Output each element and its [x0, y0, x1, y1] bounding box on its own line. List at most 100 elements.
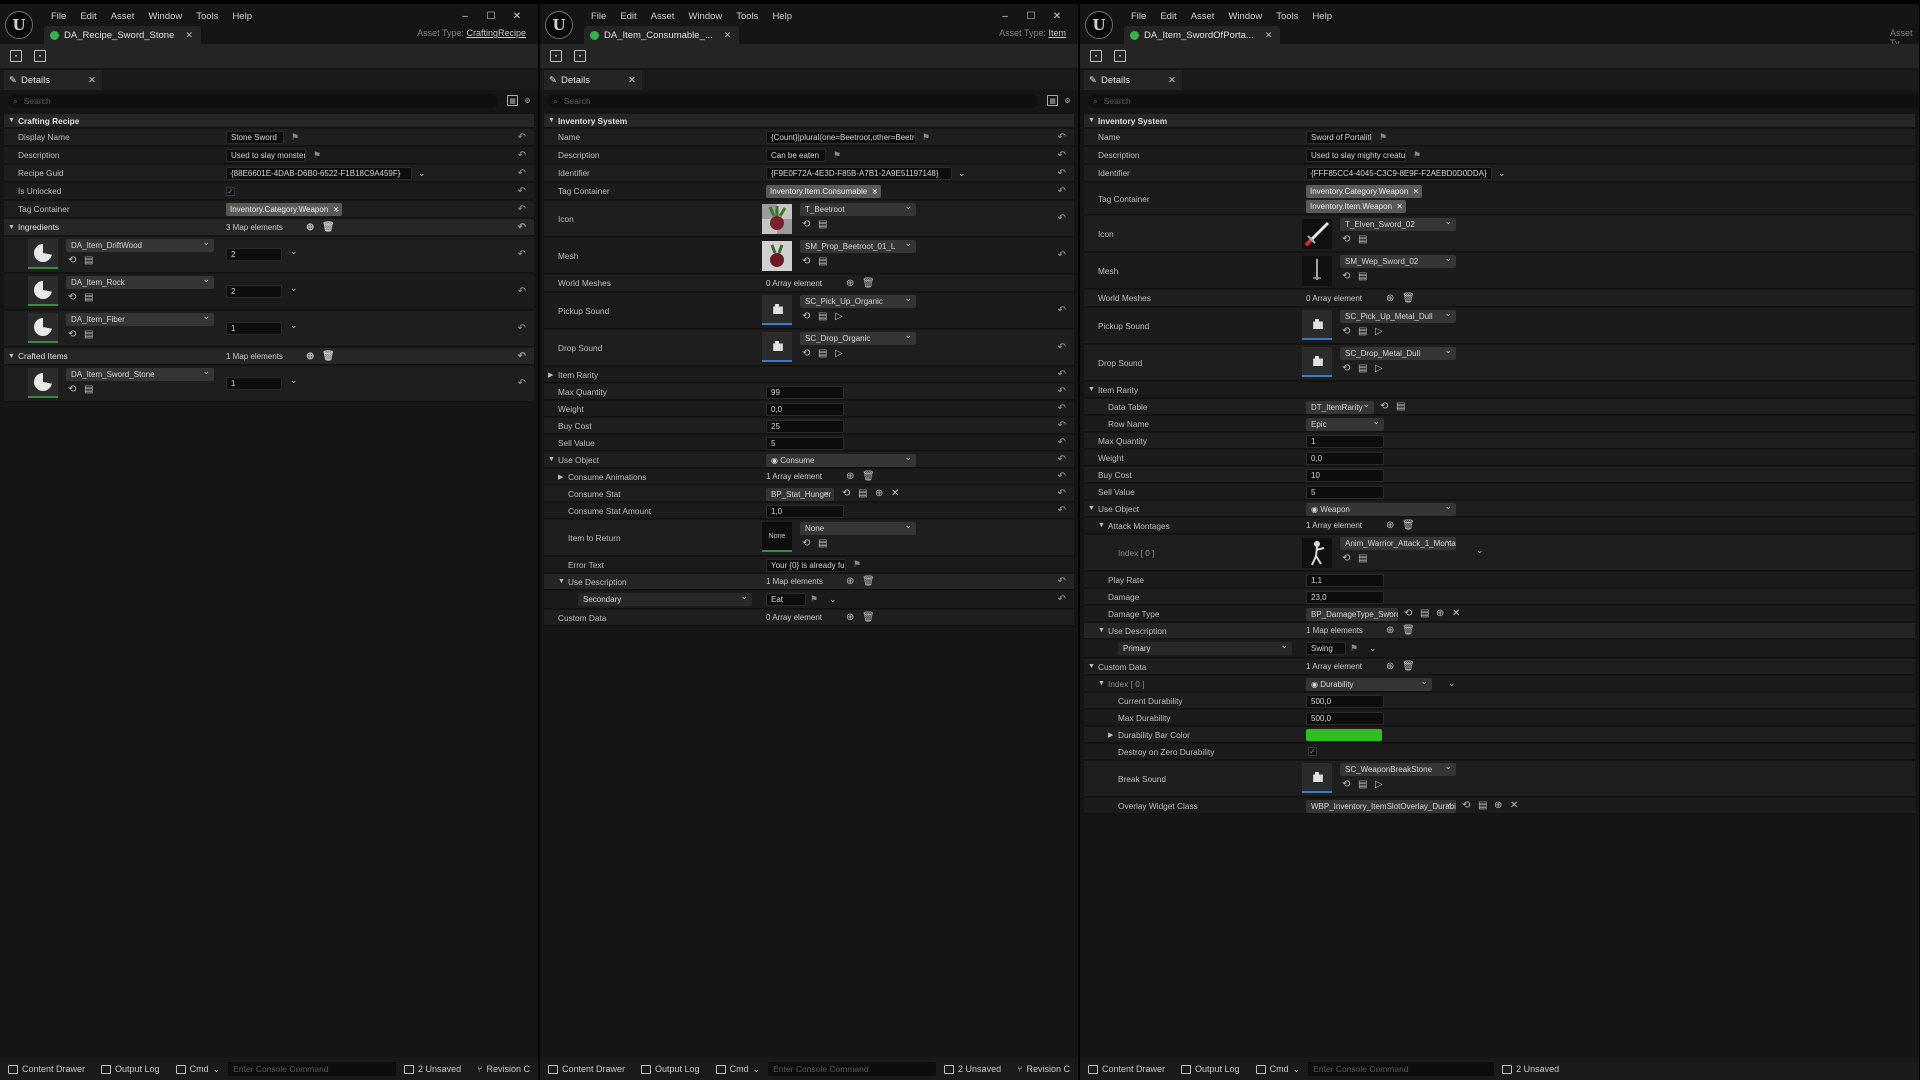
reset-icon[interactable]: ↶: [1058, 420, 1066, 431]
use-selected-icon[interactable]: ⟲: [1342, 363, 1350, 374]
unsaved-button[interactable]: 2 Unsaved: [936, 1064, 1009, 1074]
damage-type-picker[interactable]: BP_DamageType_Sword: [1306, 608, 1398, 621]
reset-icon[interactable]: ↶: [1058, 369, 1066, 380]
menu-file[interactable]: File: [44, 8, 73, 26]
localize-flag-icon[interactable]: ⚑: [291, 132, 299, 143]
expand-arrow-icon[interactable]: ▼: [1088, 117, 1095, 124]
delete-icon[interactable]: 🗑: [1402, 661, 1415, 672]
expand-arrow-icon[interactable]: ▼: [548, 456, 555, 463]
search-input[interactable]: ⌕ Search: [8, 94, 498, 108]
description-input[interactable]: Used to slay monsters: [226, 149, 306, 162]
use-selected-icon[interactable]: ⟲: [842, 488, 850, 499]
weight-input[interactable]: 0,0: [1306, 452, 1384, 465]
unsaved-button[interactable]: 2 Unsaved: [1494, 1064, 1567, 1074]
delete-icon[interactable]: 🗑: [862, 576, 875, 587]
browse-folder-icon[interactable]: ▤: [858, 488, 867, 499]
pickup-sound-picker[interactable]: SC_Pick_Up_Organic: [800, 295, 916, 308]
reset-icon[interactable]: ↶: [1058, 305, 1066, 316]
localize-flag-icon[interactable]: ⚑: [1379, 132, 1387, 143]
unreal-logo-icon[interactable]: U: [545, 11, 573, 39]
section-crafting-recipe[interactable]: ▼ Crafting Recipe: [4, 114, 534, 128]
reset-icon[interactable]: ↶: [1058, 488, 1066, 499]
reset-icon[interactable]: ↶: [518, 150, 526, 161]
chevron-down-icon[interactable]: ⌄: [290, 246, 298, 257]
play-icon[interactable]: ▷: [1375, 779, 1383, 790]
reset-icon[interactable]: ↶: [1058, 594, 1066, 605]
expand-arrow-icon[interactable]: ▼: [548, 117, 555, 124]
tag-chip[interactable]: Inventory.Category.Weapon ✕: [1306, 185, 1423, 198]
minimize-button[interactable]: –: [992, 8, 1018, 26]
sword-texture-thumbnail[interactable]: [1302, 219, 1332, 249]
chevron-down-icon[interactable]: ⌄: [829, 594, 837, 605]
settings-gear-icon[interactable]: ⚙: [522, 95, 533, 106]
expand-arrow-icon[interactable]: ▼: [1098, 627, 1105, 634]
expand-arrow-icon[interactable]: ▼: [8, 117, 15, 124]
chevron-down-icon[interactable]: ⌄: [418, 168, 426, 179]
menu-file[interactable]: File: [584, 8, 613, 26]
use-selected-icon[interactable]: ⟲: [1342, 553, 1350, 564]
use-selected-icon[interactable]: ⟲: [802, 538, 810, 549]
delete-icon[interactable]: 🗑: [322, 351, 335, 362]
item-asset-picker[interactable]: DA_Item_Fiber: [66, 313, 214, 326]
max-durability-input[interactable]: 500,0: [1306, 712, 1384, 725]
clear-icon[interactable]: ✕: [1510, 800, 1518, 811]
localize-flag-icon[interactable]: ⚑: [1350, 643, 1358, 654]
browse-folder-icon[interactable]: ▤: [818, 538, 827, 549]
sound-wave-thumbnail[interactable]: ıllıı: [1302, 347, 1332, 377]
montage-thumbnail[interactable]: [1302, 538, 1332, 568]
revision-control-button[interactable]: ⑂ Revision C: [1009, 1064, 1078, 1074]
localize-flag-icon[interactable]: ⚑: [810, 594, 818, 605]
chevron-down-icon[interactable]: ⌄: [1476, 545, 1484, 556]
tag-chip[interactable]: Inventory.Item.Weapon ✕: [1306, 200, 1406, 213]
break-sound-picker[interactable]: SC_WeaponBreakStone: [1340, 763, 1456, 776]
name-input[interactable]: {Count}|plural(one=Beetroot,other=Beetro…: [766, 131, 916, 144]
close-tab-icon[interactable]: ✕: [724, 30, 732, 41]
delete-icon[interactable]: 🗑: [1402, 625, 1415, 636]
expand-arrow-icon[interactable]: ▼: [1088, 505, 1095, 512]
row-name-picker[interactable]: Epic: [1306, 418, 1384, 431]
use-selected-icon[interactable]: ⟲: [1342, 234, 1350, 245]
tag-chip[interactable]: Inventory.Category.Weapon ✕: [226, 203, 343, 216]
item-asset-picker[interactable]: DA_Item_Sword_Stone: [66, 368, 214, 381]
sell-value-input[interactable]: 5: [766, 437, 844, 450]
use-selected-icon[interactable]: ⟲: [1380, 401, 1388, 412]
browse-folder-icon[interactable]: ▤: [1478, 800, 1487, 811]
description-input[interactable]: Used to slay mighty creatures: [1306, 149, 1406, 162]
expand-arrow-icon[interactable]: ▶: [558, 473, 563, 481]
browse-folder-icon[interactable]: ▤: [818, 348, 827, 359]
buy-cost-input[interactable]: 10: [1306, 469, 1384, 482]
clear-icon[interactable]: ✕: [891, 488, 899, 499]
use-selected-icon[interactable]: ⟲: [802, 348, 810, 359]
max-quantity-input[interactable]: 99: [766, 386, 844, 399]
reset-icon[interactable]: ↶: [518, 132, 526, 143]
delete-icon[interactable]: 🗑: [1402, 293, 1415, 304]
add-element-icon[interactable]: ⊕: [846, 576, 854, 587]
expand-arrow-icon[interactable]: ▶: [548, 371, 553, 379]
console-input[interactable]: Enter Console Command: [228, 1062, 397, 1076]
name-input[interactable]: Sword of Portalith: [1306, 131, 1372, 144]
sound-wave-thumbnail[interactable]: ıllıı: [1302, 763, 1332, 793]
expand-arrow-icon[interactable]: ▼: [1088, 663, 1095, 670]
expand-arrow-icon[interactable]: ▼: [1088, 386, 1095, 393]
play-icon[interactable]: ▷: [835, 311, 843, 322]
guid-input[interactable]: {88E6601E-4DAB-D6B0-6522-F1B18C9A459F}: [226, 167, 412, 180]
reset-icon[interactable]: ↶: [518, 168, 526, 179]
description-input[interactable]: Can be eaten: [766, 149, 826, 162]
menu-window[interactable]: Window: [681, 8, 729, 26]
use-selected-icon[interactable]: ⟲: [1404, 608, 1412, 619]
use-selected-icon[interactable]: ⟲: [68, 329, 76, 340]
reset-icon[interactable]: ↶: [1058, 132, 1066, 143]
error-text-input[interactable]: Your {0} is already full!: [766, 559, 846, 572]
settings-gear-icon[interactable]: ⚙: [1062, 95, 1073, 106]
browse-folder-icon[interactable]: ▤: [818, 256, 827, 267]
menu-asset[interactable]: Asset: [1184, 8, 1222, 26]
close-button[interactable]: ✕: [504, 8, 530, 26]
prop-item-rarity[interactable]: ▶ Item Rarity ↶: [544, 367, 1074, 383]
quantity-input[interactable]: 2: [226, 248, 282, 261]
input-action-picker[interactable]: Primary: [1118, 642, 1292, 655]
console-input[interactable]: Enter Console Command: [768, 1062, 937, 1076]
menu-edit[interactable]: Edit: [613, 8, 643, 26]
play-icon[interactable]: ▷: [1375, 363, 1383, 374]
unsaved-button[interactable]: 2 Unsaved: [396, 1064, 469, 1074]
reset-icon[interactable]: ↶: [1058, 342, 1066, 353]
